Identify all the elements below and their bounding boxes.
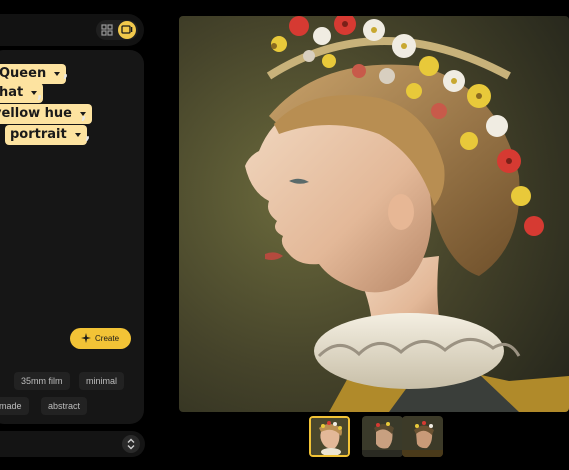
chip-label: Queen [0,66,47,81]
create-label: Create [95,334,120,343]
chip-label: yellow hue [0,106,72,121]
unfold-icon [127,438,135,450]
single-view-button[interactable] [118,21,136,39]
prompt-panel: Queen , hat , yellow hue , , portrait , … [0,50,144,424]
thumbnail-image [362,416,403,457]
thumbnail-3[interactable] [402,416,443,457]
prompt-chip-queen[interactable]: Queen [0,64,67,84]
prompt-chip-yellow-hue[interactable]: yellow hue [0,104,92,124]
thumbnail-2[interactable] [362,416,403,457]
comma: , [37,86,43,102]
comma: , [81,107,87,123]
tag-label: 35mm film [21,376,63,386]
sparkle-icon [81,333,91,343]
bottom-bar [0,431,145,457]
chevron-down-icon [54,72,61,76]
tag-handmade[interactable]: handmade [0,397,29,415]
prompt-chip-portrait[interactable]: portrait [5,125,87,145]
tag-label: abstract [48,401,81,411]
chip-label: portrait [10,127,67,142]
tag-label: handmade [0,401,22,411]
create-button[interactable]: Create [70,328,131,349]
generated-image[interactable] [179,16,569,412]
grid-icon [101,24,113,36]
tag-minimal[interactable]: minimal [79,372,125,390]
tag-label: minimal [86,376,118,386]
expand-button[interactable] [122,435,140,453]
portrait-image [179,16,569,412]
tag-abstract[interactable]: abstract [41,397,88,415]
grid-view-button[interactable] [98,21,116,39]
comma: , [85,127,91,143]
view-toggle [96,20,138,40]
thumbnail-1[interactable] [309,416,350,457]
comma: , [0,127,1,143]
chip-label: hat [0,85,24,100]
top-bar [0,14,144,46]
thumbnail-image [402,416,443,457]
tag-35mm-film[interactable]: 35mm film [14,372,70,390]
comma: , [63,65,69,81]
single-view-icon [121,25,133,34]
thumbnail-image [311,418,348,455]
chevron-down-icon [74,133,81,137]
